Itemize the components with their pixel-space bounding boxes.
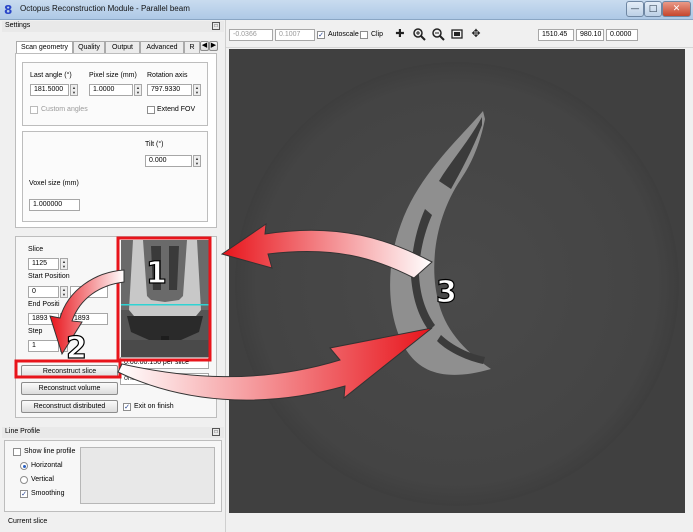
marker-2: 2	[66, 331, 87, 366]
arrow-to-viewer	[117, 327, 433, 401]
arrow-to-button	[49, 269, 125, 356]
arrow-to-preview	[220, 222, 433, 279]
annotation-overlay: 1 2 3	[14, 222, 457, 401]
marker-1: 1	[146, 256, 167, 291]
marker-3: 3	[436, 275, 457, 310]
